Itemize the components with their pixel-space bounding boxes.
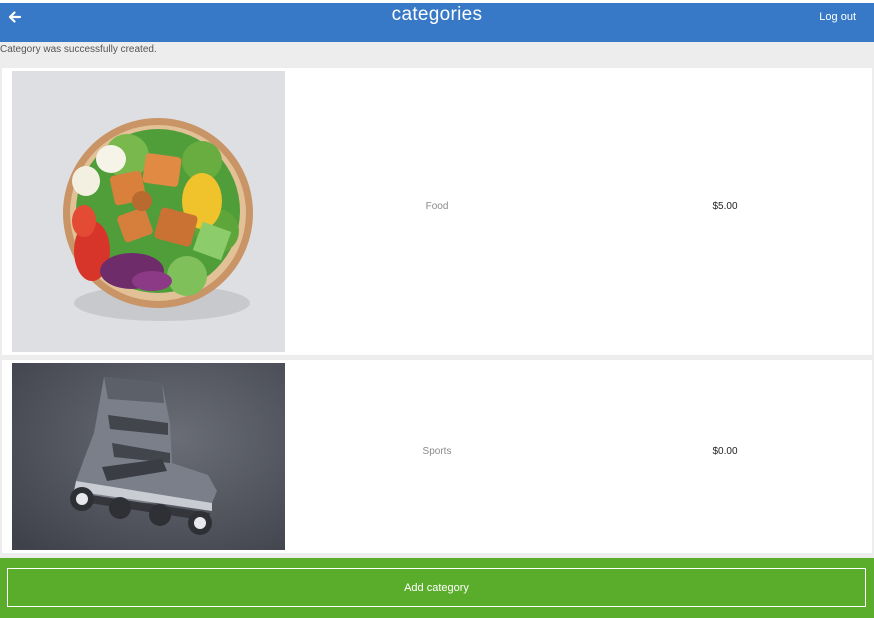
category-list: Food $5.00 Sports $0.00 [0,68,874,558]
category-name: Sports [422,446,452,457]
top-bar: categories Log out [0,0,874,42]
category-row-sports[interactable]: Sports $0.00 [2,360,872,553]
category-row-food[interactable]: Food $5.00 [2,68,872,355]
category-price: $5.00 [712,201,738,212]
category-image-sports [12,363,285,550]
inline-skate-photo [12,363,285,550]
category-name: Food [425,201,449,212]
flash-message: Category was successfully created. [0,44,157,55]
salad-bowl-photo [12,71,285,352]
category-image-food [12,71,285,352]
page-title: categories [391,4,483,25]
category-price: $0.00 [712,446,738,457]
flash-bar: Category was successfully created. [0,42,874,68]
add-category-button[interactable]: Add category [7,568,866,607]
logout-link[interactable]: Log out [819,11,856,23]
footer-bar: Add category [0,558,874,618]
